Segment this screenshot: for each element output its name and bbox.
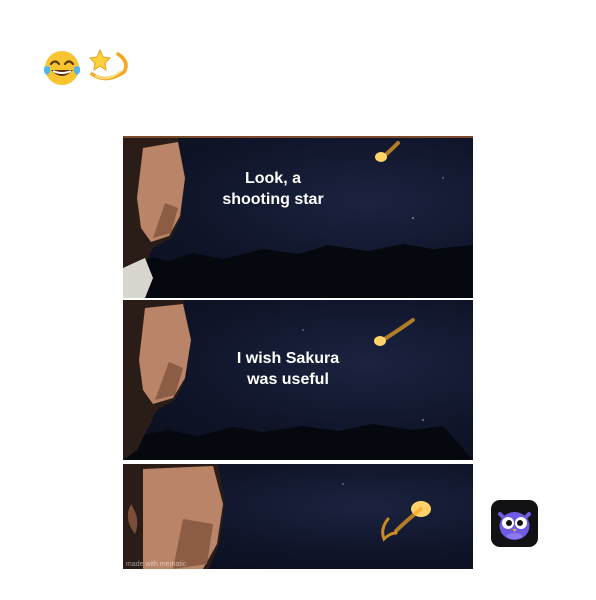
meme-panel-1: Look, a shooting star [123, 136, 473, 298]
meme-panel-2: I wish Sakura was useful [123, 300, 473, 460]
caption-line: Look, a [244, 170, 301, 187]
caption-text: Look, a shooting star [213, 168, 333, 210]
meme-panel-3: made with mematic [123, 464, 473, 569]
laughing-tears-emoji-icon [43, 51, 81, 85]
owl-app-icon[interactable] [491, 500, 538, 547]
caption-text: I wish Sakura was useful [223, 348, 353, 390]
caption-emojis [40, 44, 130, 88]
meteor-icon [374, 336, 386, 346]
night-sky-scene [123, 138, 473, 298]
owl-icon [498, 512, 531, 540]
caption-line: shooting star [222, 191, 324, 208]
watermark: made with mematic [126, 561, 187, 568]
caption-line: I wish Sakura [236, 350, 340, 367]
meteor-icon [375, 152, 387, 162]
dizzy-star-emoji-icon [88, 48, 128, 81]
meme-image: Look, a shooting star I wish Sakura was … [123, 136, 473, 569]
caption-line: was useful [247, 371, 329, 388]
night-sky-scene [123, 464, 431, 569]
